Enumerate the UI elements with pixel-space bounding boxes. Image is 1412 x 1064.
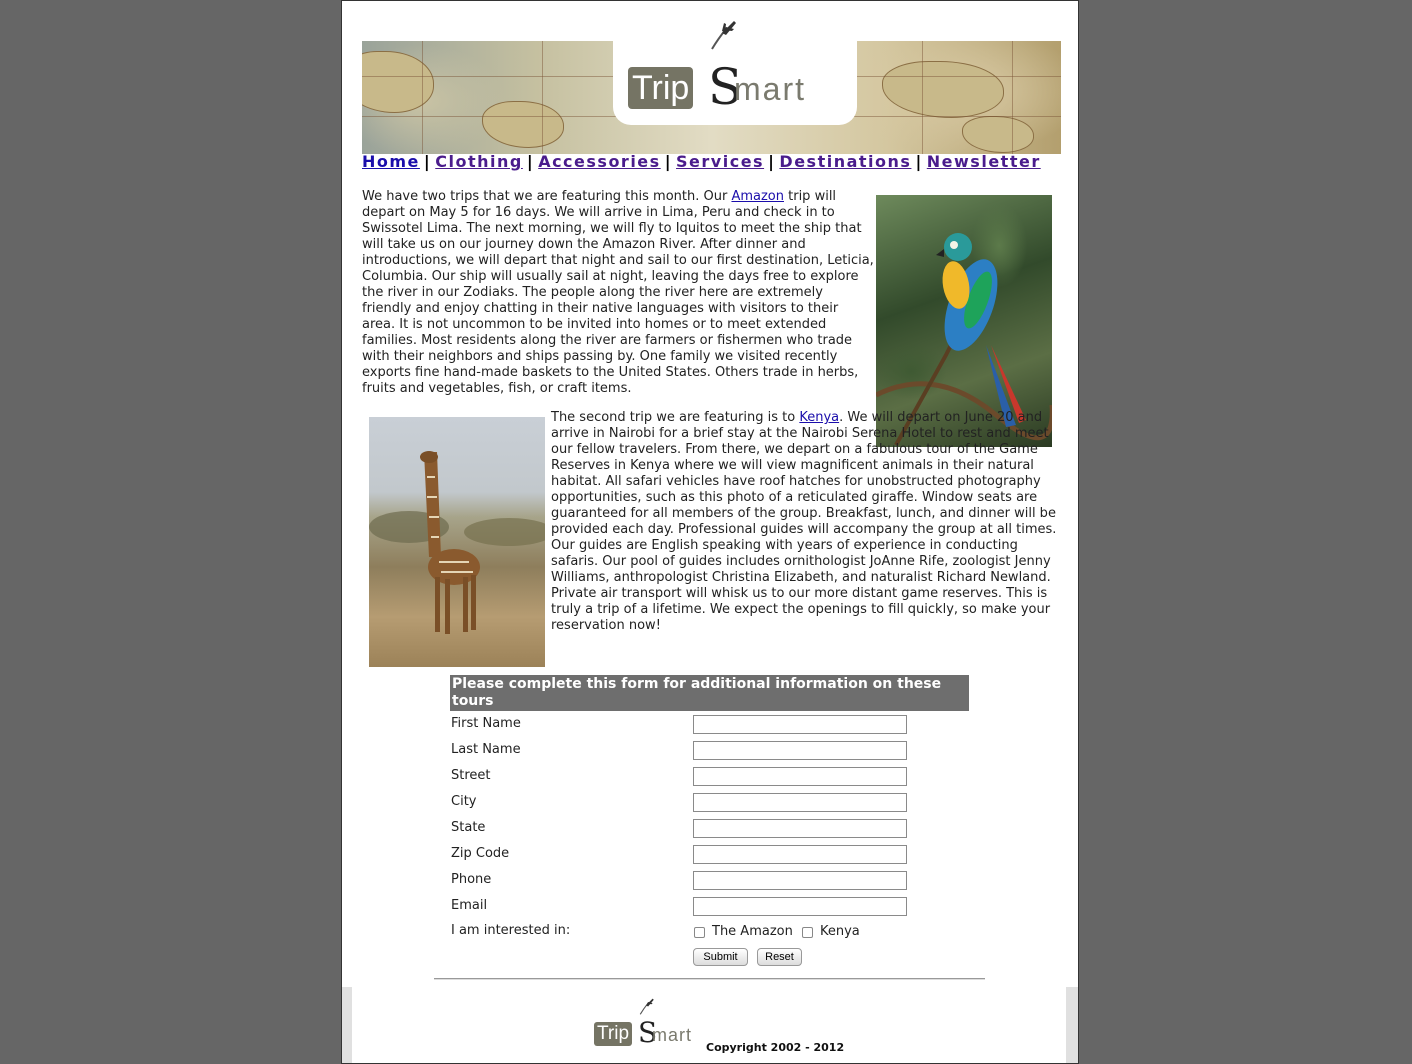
map-decoration <box>362 51 434 113</box>
giraffe-photo <box>369 417 545 667</box>
amazon-option-label: The Amazon <box>712 924 793 939</box>
last-name-input[interactable] <box>693 741 907 760</box>
state-input[interactable] <box>693 819 907 838</box>
map-line <box>1012 41 1013 154</box>
kenya-text-rest: . We will depart on June 20 and arrive i… <box>551 410 1057 633</box>
zip-code-input[interactable] <box>693 845 907 864</box>
page-container: Trip S mart Home | Clothing | Accessories | Se… <box>341 0 1079 1064</box>
street-label: Street <box>451 768 491 783</box>
submit-button[interactable]: Submit <box>693 948 748 966</box>
form-header: Please complete this form for additional… <box>450 675 969 711</box>
copyright-text: Copyright 2002 - 2012 <box>706 1041 845 1054</box>
last-name-label: Last Name <box>451 742 521 757</box>
nav-link-destinations[interactable]: Destinations <box>779 152 911 171</box>
phone-label: Phone <box>451 872 492 887</box>
nav-link-newsletter[interactable]: Newsletter <box>927 152 1041 171</box>
amazon-link[interactable]: Amazon <box>731 189 784 204</box>
kenya-link[interactable]: Kenya <box>799 410 839 425</box>
footer-logo-trip-text: Trip <box>594 1022 633 1046</box>
nav-separator: | <box>423 152 432 171</box>
first-name-label: First Name <box>451 716 521 731</box>
main-nav: Home | Clothing | Accessories | Services | Desti… <box>362 152 1041 171</box>
reset-button[interactable]: Reset <box>757 948 802 966</box>
nav-link-services[interactable]: Services <box>676 152 764 171</box>
email-label: Email <box>451 898 488 913</box>
nav-separator: | <box>526 152 535 171</box>
footer-divider <box>434 978 985 980</box>
map-decoration <box>482 101 564 148</box>
state-label: State <box>451 820 486 835</box>
amazon-checkbox[interactable] <box>694 927 705 938</box>
map-line <box>922 41 923 154</box>
city-label: City <box>451 794 477 809</box>
nav-separator: | <box>664 152 673 171</box>
amazon-paragraph: We have two trips that we are featuring … <box>362 189 874 397</box>
street-input[interactable] <box>693 767 907 786</box>
kenya-checkbox[interactable] <box>802 927 813 938</box>
city-input[interactable] <box>693 793 907 812</box>
giraffe-illustration <box>369 451 545 634</box>
phone-input[interactable] <box>693 871 907 890</box>
map-line <box>542 41 543 154</box>
interest-label: I am interested in: <box>451 923 571 938</box>
nav-separator: | <box>768 152 776 171</box>
kenya-text-start: The second trip we are featuring is to <box>551 410 800 425</box>
airplane-icon <box>639 998 654 1015</box>
kenya-paragraph: The second trip we are featuring is to K… <box>551 410 1057 634</box>
zip-code-label: Zip Code <box>451 846 510 861</box>
logo-trip-text: Trip <box>628 67 694 109</box>
site-logo[interactable]: Trip S mart <box>628 19 818 115</box>
airplane-icon <box>711 21 736 50</box>
footer-logo[interactable]: Trip S mart <box>594 997 704 1053</box>
map-decoration <box>962 116 1034 153</box>
map-decoration <box>882 61 1004 118</box>
logo-mart-text: mart <box>734 71 806 107</box>
amazon-text-start: We have two trips that we are featuring … <box>362 189 732 204</box>
map-line <box>422 41 423 154</box>
footer-logo-mart-text: mart <box>652 1025 692 1045</box>
nav-link-home[interactable]: Home <box>362 152 420 171</box>
nav-separator: | <box>915 152 923 171</box>
first-name-input[interactable] <box>693 715 907 734</box>
amazon-text-rest: trip will depart on May 5 for 16 days. W… <box>362 189 874 396</box>
email-input[interactable] <box>693 897 907 916</box>
kenya-option-label: Kenya <box>820 924 860 939</box>
nav-link-accessories[interactable]: Accessories <box>538 152 661 171</box>
nav-link-clothing[interactable]: Clothing <box>435 152 523 171</box>
